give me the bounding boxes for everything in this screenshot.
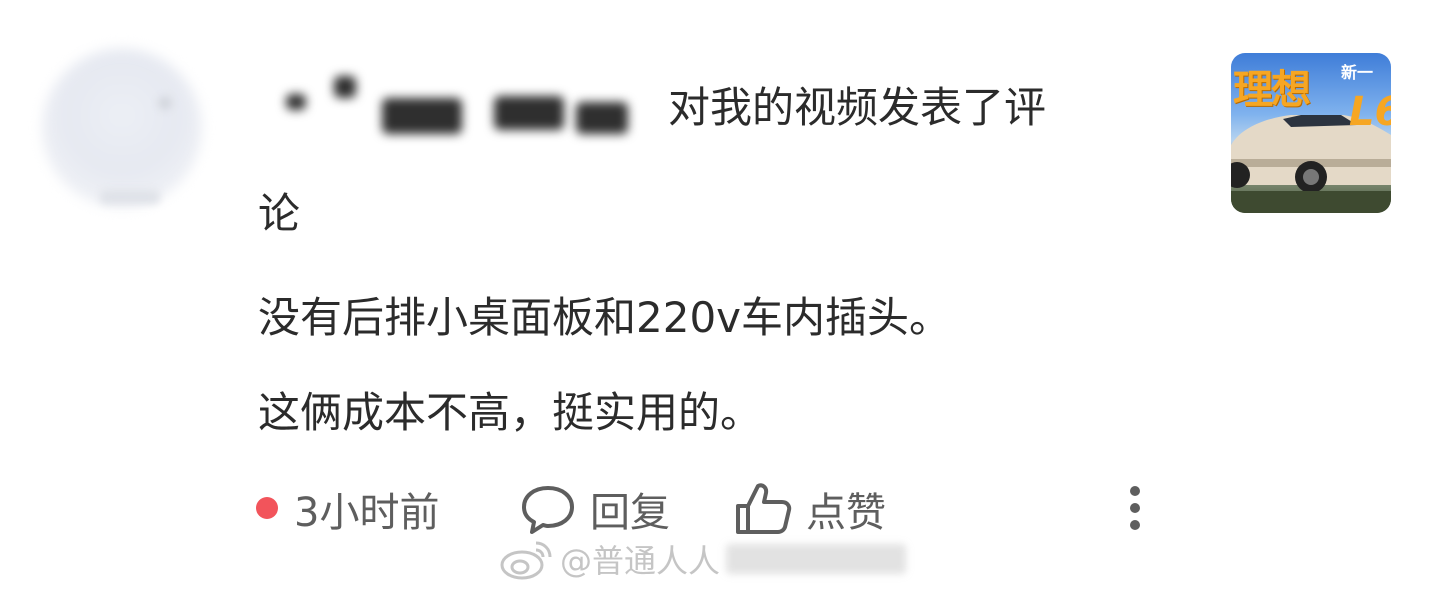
like-button[interactable]: 点赞 xyxy=(806,482,886,536)
weibo-logo-icon xyxy=(500,541,552,580)
timestamp: 3小时前 xyxy=(294,490,440,536)
notification-text-wrap: 论 xyxy=(258,189,301,238)
username-redacted[interactable] xyxy=(280,72,640,140)
unread-dot xyxy=(256,497,278,519)
video-thumbnail[interactable]: 理想 新一 L6 xyxy=(1231,53,1391,213)
thumbnail-title: 理想 xyxy=(1233,67,1311,113)
watermark-handle: @普通人人 xyxy=(560,542,721,580)
avatar-decoration xyxy=(158,96,172,110)
thumbnail-badge: L6 xyxy=(1349,89,1391,135)
comment-text-line: 这俩成本不高，挺实用的。 xyxy=(258,388,763,437)
reply-button[interactable]: 回复 xyxy=(590,482,670,536)
avatar-decoration xyxy=(100,190,160,204)
avatar[interactable] xyxy=(42,48,202,208)
comment-text-line: 没有后排小桌面板和220v车内插头。 xyxy=(258,293,952,342)
comment-bubble-icon[interactable] xyxy=(520,482,576,538)
more-vertical-icon[interactable] xyxy=(1124,483,1146,535)
watermark: @普通人人 xyxy=(498,534,907,584)
watermark-redacted xyxy=(726,544,907,574)
thumbs-up-icon[interactable] xyxy=(734,480,794,536)
notification-text: 对我的视频发表了评 xyxy=(668,83,1047,132)
thumbnail-tag: 新一 xyxy=(1341,63,1374,82)
